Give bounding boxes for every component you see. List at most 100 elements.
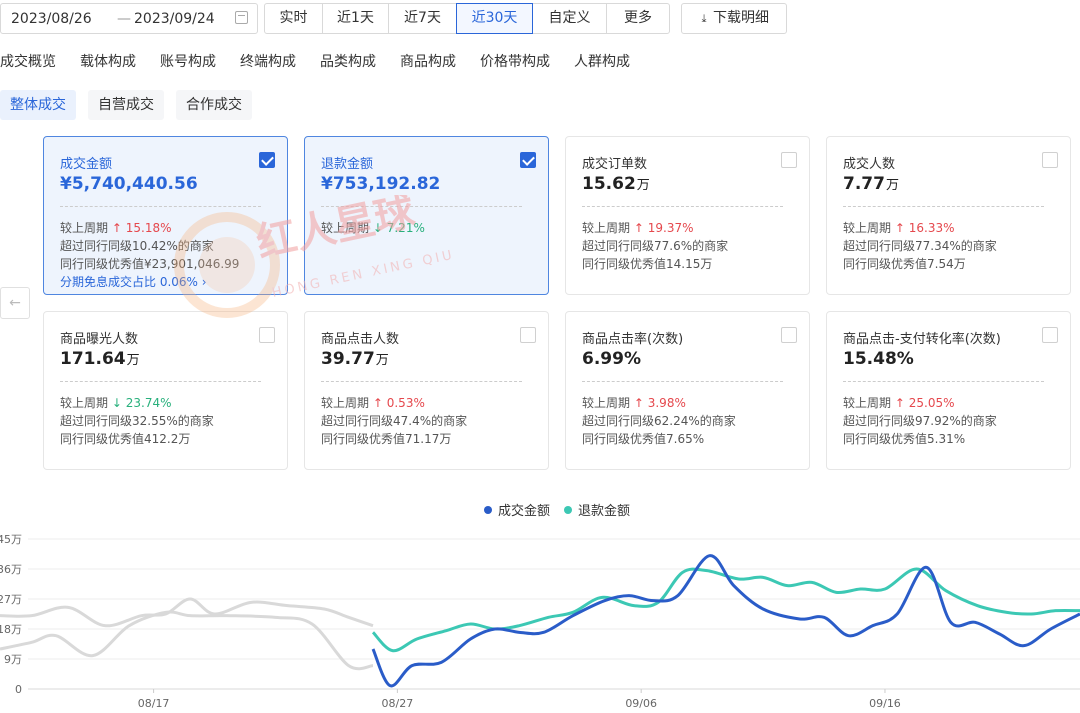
legend-item-deal[interactable]: 成交金额 [484, 500, 550, 519]
metric-value: 7.77万 [843, 174, 899, 194]
trend-chart[interactable]: 0 9万 18万 27万 36万 45万 08/17 08/27 09/06 09/16 [0, 525, 1080, 713]
tab-account[interactable]: 账号构成 [160, 51, 216, 71]
tab-price-band[interactable]: 价格带构成 [480, 51, 550, 71]
divider [582, 381, 783, 382]
y-tick-label: 18万 [0, 623, 22, 636]
download-detail-button[interactable]: ⤓ 下载明细 [681, 3, 787, 34]
peer-percentile: 超过同行同级97.92%的商家 [843, 414, 997, 428]
period-button-1day[interactable]: 近1天 [323, 4, 389, 33]
metric-title: 商品点击-支付转化率(次数) [843, 332, 1001, 347]
peer-excellent-value: 同行同级优秀值5.31% [843, 432, 966, 446]
up-arrow-icon: ↑ [894, 396, 905, 410]
metric-title: 成交订单数 [582, 157, 648, 172]
download-icon: ⤓ [701, 12, 707, 25]
metric-unit: 万 [375, 353, 389, 368]
period-button-more[interactable]: 更多 [607, 4, 669, 33]
metric-card[interactable]: 商品点击-支付转化率(次数) 15.48% 较上周期 ↑ 25.05% 超过同行同级9… [826, 311, 1071, 470]
tab-crowd[interactable]: 人群构成 [574, 51, 630, 71]
x-tick-label: 09/16 [869, 697, 901, 710]
y-tick-label: 9万 [4, 653, 22, 666]
compare-line: 较上周期 ↑ 25.05% [843, 396, 955, 410]
period-button-realtime[interactable]: 实时 [265, 4, 323, 33]
tab-product[interactable]: 商品构成 [400, 51, 456, 71]
chevron-right-icon: › [201, 275, 207, 289]
tab-category[interactable]: 品类构成 [320, 51, 376, 71]
metric-checkbox[interactable] [781, 327, 797, 343]
calendar-icon[interactable] [235, 11, 248, 24]
compare-value: 3.98% [647, 396, 686, 410]
metric-unit: 万 [885, 178, 899, 193]
peer-percentile: 超过同行同级62.24%的商家 [582, 414, 736, 428]
tab-carrier[interactable]: 载体构成 [80, 51, 136, 71]
divider [60, 381, 261, 382]
metric-card[interactable]: 退款金额 ¥753,192.82 较上周期 ↓ 7.21% [304, 136, 549, 295]
y-tick-label: 45万 [0, 533, 22, 546]
peer-excellent-value: 同行同级优秀值7.54万 [843, 257, 966, 271]
y-tick-label: 27万 [0, 593, 22, 606]
metric-card[interactable]: 成交金额 ¥5,740,440.56 较上周期 ↑ 15.18% 超过同行同级10.4… [43, 136, 288, 295]
metric-value: 15.62万 [582, 174, 650, 194]
compare-value: 19.37% [647, 221, 694, 235]
peer-percentile: 超过同行同级10.42%的商家 [60, 239, 214, 253]
end-date[interactable]: 2023/09/24 [134, 11, 215, 27]
metric-checkbox[interactable] [259, 327, 275, 343]
metric-checkbox[interactable] [520, 152, 536, 168]
compare-line: 较上周期 ↑ 3.98% [582, 396, 686, 410]
metric-tabs: 成交概览 载体构成 账号构成 终端构成 品类构成 商品构成 价格带构成 人群构成 [0, 51, 654, 71]
metric-title: 退款金额 [321, 157, 374, 172]
divider [60, 206, 261, 207]
compare-value: 0.53% [386, 396, 425, 410]
up-arrow-icon: ↑ [894, 221, 905, 235]
subtab-overall[interactable]: 整体成交 [0, 90, 76, 120]
down-arrow-icon: ↓ [372, 221, 383, 235]
up-arrow-icon: ↑ [633, 221, 644, 235]
period-button-group: 实时 近1天 近7天 近30天 自定义 更多 [264, 3, 670, 34]
subtab-cooperation[interactable]: 合作成交 [176, 90, 252, 120]
x-tick-label: 09/06 [625, 697, 657, 710]
period-button-30days[interactable]: 近30天 [456, 3, 533, 34]
metric-title: 成交金额 [60, 157, 113, 172]
compare-line: 较上周期 ↑ 19.37% [582, 221, 694, 235]
installment-ratio-link[interactable]: 分期免息成交占比 0.06% › [60, 273, 207, 290]
metric-card[interactable]: 成交订单数 15.62万 较上周期 ↑ 19.37% 超过同行同级77.6%的商家 同行… [565, 136, 810, 295]
compare-line: 较上周期 ↑ 15.18% [60, 221, 172, 235]
down-arrow-icon: ↓ [111, 396, 122, 410]
compare-value: 16.33% [908, 221, 955, 235]
period-button-custom[interactable]: 自定义 [533, 4, 607, 33]
period-button-7days[interactable]: 近7天 [389, 4, 457, 33]
metric-value: 6.99% [582, 349, 641, 369]
y-tick-label: 36万 [0, 563, 22, 576]
metric-unit: 万 [636, 178, 650, 193]
peer-percentile: 超过同行同级32.55%的商家 [60, 414, 214, 428]
legend-item-refund[interactable]: 退款金额 [564, 500, 630, 519]
date-range-picker[interactable]: 2023/08/26 — 2023/09/24 [0, 3, 258, 34]
metric-card[interactable]: 商品曝光人数 171.64万 较上周期 ↓ 23.74% 超过同行同级32.55%的商… [43, 311, 288, 470]
metric-card[interactable]: 成交人数 7.77万 较上周期 ↑ 16.33% 超过同行同级77.34%的商家 同行同… [826, 136, 1071, 295]
compare-value: 23.74% [125, 396, 172, 410]
metric-title: 商品点击率(次数) [582, 332, 684, 347]
tab-terminal[interactable]: 终端构成 [240, 51, 296, 71]
divider [321, 206, 522, 207]
metric-checkbox[interactable] [259, 152, 275, 168]
metric-checkbox[interactable] [1042, 327, 1058, 343]
tab-overview[interactable]: 成交概览 [0, 51, 56, 71]
metric-card[interactable]: 商品点击率(次数) 6.99% 较上周期 ↑ 3.98% 超过同行同级62.24%的商… [565, 311, 810, 470]
subtab-self-operated[interactable]: 自营成交 [88, 90, 164, 120]
up-arrow-icon: ↑ [633, 396, 644, 410]
deal-amount-line [371, 554, 1080, 688]
metric-title: 成交人数 [843, 157, 896, 172]
download-label: 下载明细 [713, 10, 769, 26]
up-arrow-icon: ↑ [111, 221, 122, 235]
compare-line: 较上周期 ↑ 0.53% [321, 396, 425, 410]
date-separator: — [117, 10, 131, 27]
metric-unit: 万 [126, 353, 140, 368]
metric-card[interactable]: 商品点击人数 39.77万 较上周期 ↑ 0.53% 超过同行同级47.4%的商家 同行… [304, 311, 549, 470]
divider [321, 381, 522, 382]
metric-checkbox[interactable] [781, 152, 797, 168]
start-date[interactable]: 2023/08/26 [11, 11, 92, 27]
metric-checkbox[interactable] [520, 327, 536, 343]
metric-checkbox[interactable] [1042, 152, 1058, 168]
metric-value: 15.48% [843, 349, 914, 369]
prev-arrow-button[interactable]: ← [0, 287, 30, 319]
compare-value: 25.05% [908, 396, 955, 410]
